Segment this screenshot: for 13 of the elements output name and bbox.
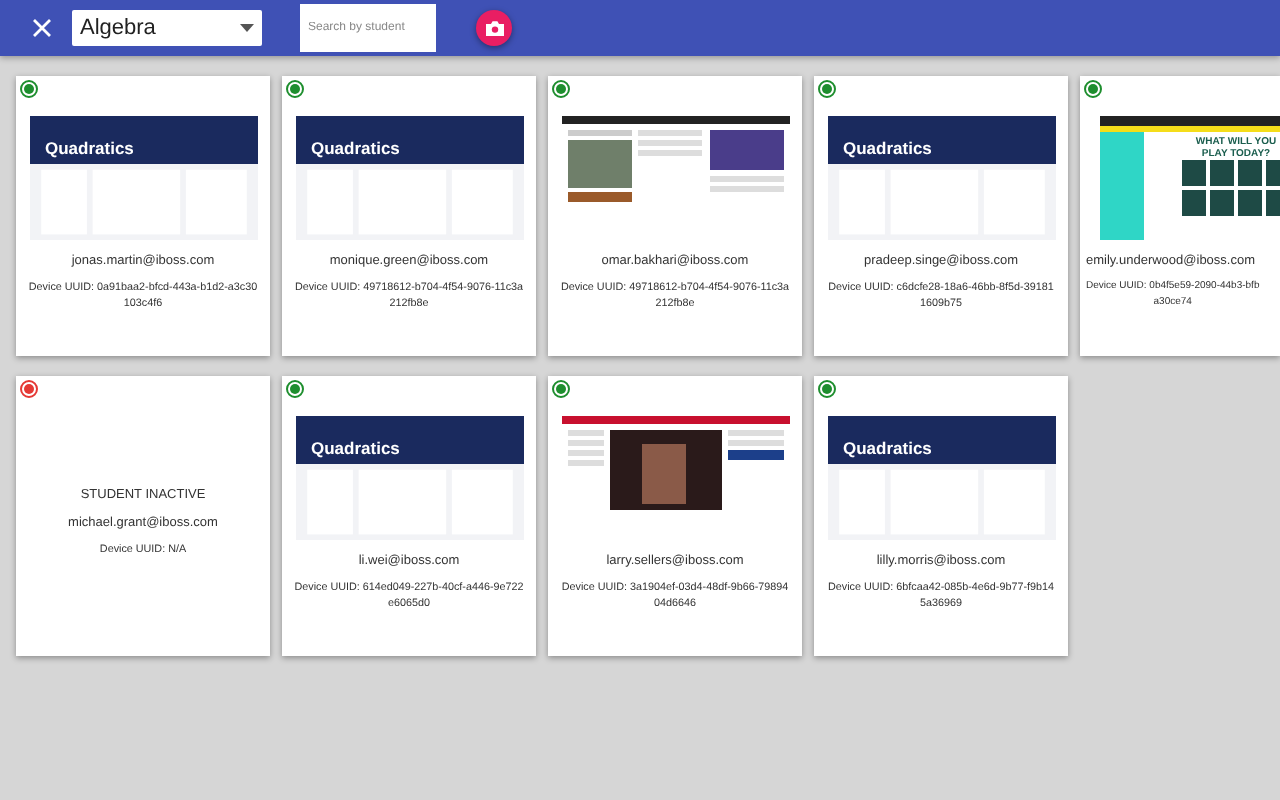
game-tiles-drawing	[1182, 160, 1280, 220]
page-heading: Quadratics	[311, 437, 402, 458]
close-icon	[32, 18, 52, 38]
camera-icon	[485, 20, 503, 36]
page-heading: Quadratics	[843, 437, 934, 458]
page-heading: Quadratics	[45, 137, 136, 158]
page-sidebar-drawing	[1100, 132, 1144, 240]
screenshot-button[interactable]	[476, 10, 512, 46]
class-select[interactable]: Algebra	[72, 10, 262, 46]
page-heading: Quadratics	[311, 137, 402, 158]
close-button[interactable]	[28, 14, 56, 42]
dropdown-caret-icon	[240, 24, 254, 32]
page-heading: Quadratics	[843, 137, 934, 158]
